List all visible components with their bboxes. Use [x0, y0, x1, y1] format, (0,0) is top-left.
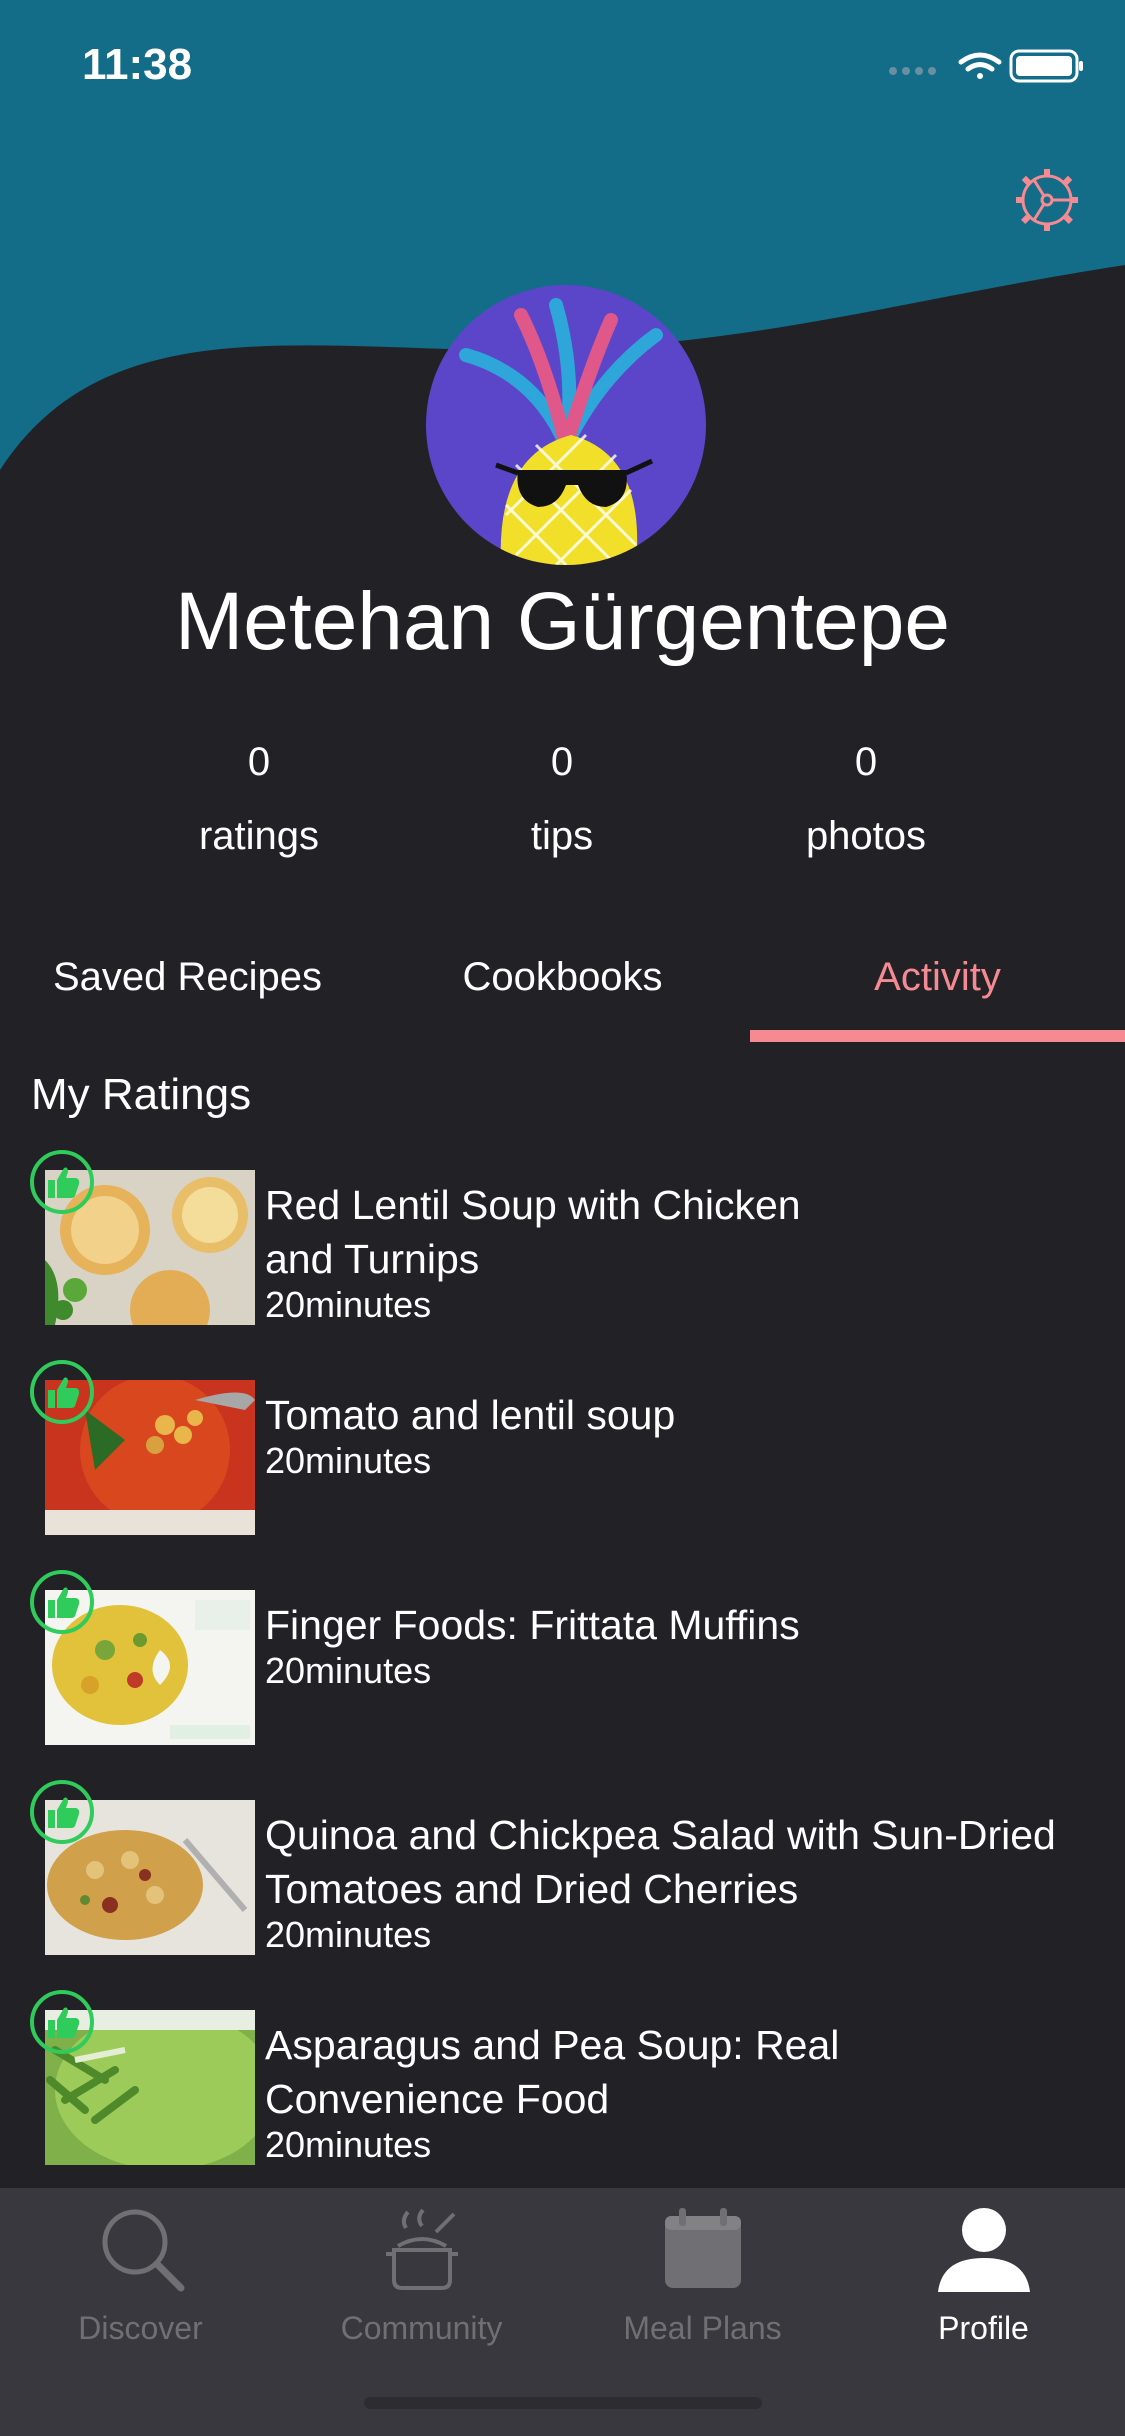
- tab-cookbooks[interactable]: Cookbooks: [375, 955, 750, 1000]
- signal-icon: [889, 67, 936, 75]
- thumbs-up-icon: [30, 1150, 94, 1214]
- tab-bar-label: Community: [340, 2310, 503, 2346]
- avatar[interactable]: [426, 285, 706, 565]
- thumbs-up-icon: [30, 1360, 94, 1424]
- person-icon: [938, 2208, 1030, 2292]
- stat-ratings[interactable]: 0 ratings: [109, 740, 409, 859]
- tab-bar-item-meal-plans[interactable]: Meal Plans: [562, 2188, 843, 2388]
- recipe-time: 20minutes: [265, 1650, 432, 1691]
- cooking-pot-icon: [386, 2208, 458, 2290]
- pineapple-avatar-icon: [426, 285, 706, 565]
- tab-bar-item-discover[interactable]: Discover: [0, 2188, 281, 2388]
- tab-bar-label: Discover: [78, 2310, 203, 2346]
- thumbs-up-icon: [30, 1780, 94, 1844]
- rating-row[interactable]: Finger Foods: Frittata Muffins 20minutes: [0, 1560, 1125, 1760]
- recipe-title: Tomato and lentil soup: [265, 1392, 676, 1438]
- stat-value: 0: [550, 740, 574, 784]
- rating-row[interactable]: Tomato and lentil soup 20minutes: [0, 1350, 1125, 1550]
- settings-gear-icon[interactable]: [1014, 167, 1080, 233]
- wifi-icon: [958, 52, 1002, 79]
- status-time: 11:38: [82, 40, 193, 89]
- thumbs-up-icon: [30, 1570, 94, 1634]
- tab-bar: Discover Community Meal Plans Profile: [0, 2188, 1125, 2436]
- stat-label: tips: [530, 814, 594, 858]
- stat-label: ratings: [198, 814, 320, 858]
- stat-photos[interactable]: 0 photos: [716, 740, 1016, 859]
- thumbs-up-icon: [30, 1990, 94, 2054]
- status-icons: [889, 49, 1083, 83]
- recipe-title: Finger Foods: Frittata Muffins: [265, 1602, 800, 1648]
- rating-row[interactable]: Red Lentil Soup with Chicken and Turnips…: [0, 1140, 1125, 1340]
- recipe-time: 20minutes: [265, 2124, 432, 2165]
- recipe-title: Quinoa and Chickpea Salad with Sun-Dried…: [265, 1812, 1056, 1912]
- profile-name: Metehan Gürgentepe: [175, 576, 950, 667]
- stat-value: 0: [854, 740, 878, 784]
- recipe-time: 20minutes: [265, 1440, 432, 1481]
- recipe-title: Asparagus and Pea Soup: Real Convenience…: [265, 2022, 840, 2122]
- stat-tips[interactable]: 0 tips: [412, 740, 712, 859]
- search-icon: [102, 2209, 185, 2292]
- active-tab-indicator: [750, 1030, 1125, 1042]
- recipe-time: 20minutes: [265, 1914, 432, 1955]
- home-indicator[interactable]: [364, 2397, 762, 2409]
- recipe-title: Red Lentil Soup with Chicken and Turnips: [265, 1182, 801, 1282]
- rating-row[interactable]: Quinoa and Chickpea Salad with Sun-Dried…: [0, 1770, 1125, 1970]
- stat-value: 0: [247, 740, 271, 784]
- tab-bar-item-community[interactable]: Community: [281, 2188, 562, 2388]
- tab-activity[interactable]: Activity: [750, 955, 1125, 1000]
- rating-row[interactable]: Asparagus and Pea Soup: Real Convenience…: [0, 1980, 1125, 2180]
- tab-bar-label: Meal Plans: [623, 2310, 782, 2346]
- tab-bar-item-profile[interactable]: Profile: [843, 2188, 1124, 2388]
- calendar-icon: [665, 2208, 741, 2288]
- recipe-time: 20minutes: [265, 1284, 432, 1325]
- stat-label: photos: [805, 814, 927, 858]
- tab-saved-recipes[interactable]: Saved Recipes: [0, 955, 375, 1000]
- tab-bar-label: Profile: [938, 2310, 1029, 2346]
- battery-icon: [1009, 49, 1083, 83]
- section-title: My Ratings: [31, 1070, 252, 1119]
